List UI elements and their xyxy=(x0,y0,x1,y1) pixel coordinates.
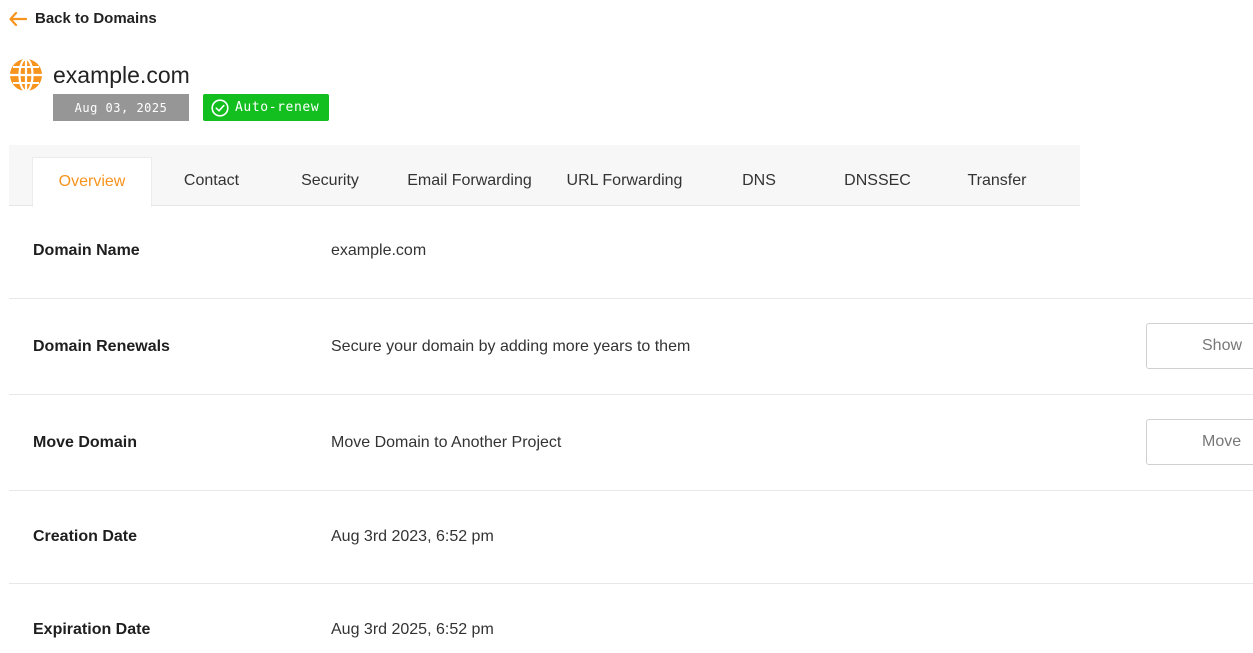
tab-dnssec[interactable]: DNSSEC xyxy=(836,145,919,206)
tab-dns[interactable]: DNS xyxy=(730,145,788,206)
auto-renew-label: Auto-renew xyxy=(235,100,320,115)
move-domain-button[interactable]: Move xyxy=(1146,419,1253,465)
row-value-move-domain: Move Domain to Another Project xyxy=(331,434,562,451)
show-renewals-button[interactable]: Show xyxy=(1146,323,1253,369)
auto-renew-badge: Auto-renew xyxy=(203,94,330,121)
row-creation-date: Creation Date Aug 3rd 2023, 6:52 pm xyxy=(9,490,1253,584)
tab-transfer[interactable]: Transfer xyxy=(957,145,1037,206)
row-domain-name: Domain Name example.com xyxy=(9,206,1253,299)
domain-tabs: Overview Contact Security Email Forwardi… xyxy=(9,145,1080,207)
tab-url-forwarding[interactable]: URL Forwarding xyxy=(557,145,692,206)
row-label-move-domain: Move Domain xyxy=(33,434,138,451)
check-circle-icon xyxy=(211,98,229,117)
row-label-domain-renewals: Domain Renewals xyxy=(33,338,170,355)
expiry-date-badge: Aug 03, 2025 xyxy=(53,94,189,121)
row-move-domain: Move Domain Move Domain to Another Proje… xyxy=(9,394,1253,491)
tab-security[interactable]: Security xyxy=(291,145,369,206)
domain-badges: Aug 03, 2025 Auto-renew xyxy=(53,94,330,121)
row-label-expiration-date: Expiration Date xyxy=(33,621,151,638)
row-expiration-date: Expiration Date Aug 3rd 2025, 6:52 pm xyxy=(9,583,1253,653)
globe-icon xyxy=(10,58,42,92)
row-value-domain-renewals: Secure your domain by adding more years … xyxy=(331,338,691,355)
tab-contact[interactable]: Contact xyxy=(169,145,254,206)
tab-email-forwarding[interactable]: Email Forwarding xyxy=(397,145,542,206)
domain-header: example.com xyxy=(9,58,190,92)
row-domain-renewals: Domain Renewals Secure your domain by ad… xyxy=(9,298,1253,395)
page-title: example.com xyxy=(53,61,190,88)
row-value-creation-date: Aug 3rd 2023, 6:52 pm xyxy=(331,528,494,545)
back-to-domains-link[interactable]: Back to Domains xyxy=(9,10,157,27)
row-label-creation-date: Creation Date xyxy=(33,528,138,545)
back-link-label: Back to Domains xyxy=(35,10,157,27)
row-label-domain-name: Domain Name xyxy=(33,242,140,259)
tab-overview[interactable]: Overview xyxy=(32,157,152,207)
arrow-left-icon xyxy=(9,11,27,26)
row-value-expiration-date: Aug 3rd 2025, 6:52 pm xyxy=(331,621,494,638)
row-value-domain-name: example.com xyxy=(331,242,427,259)
